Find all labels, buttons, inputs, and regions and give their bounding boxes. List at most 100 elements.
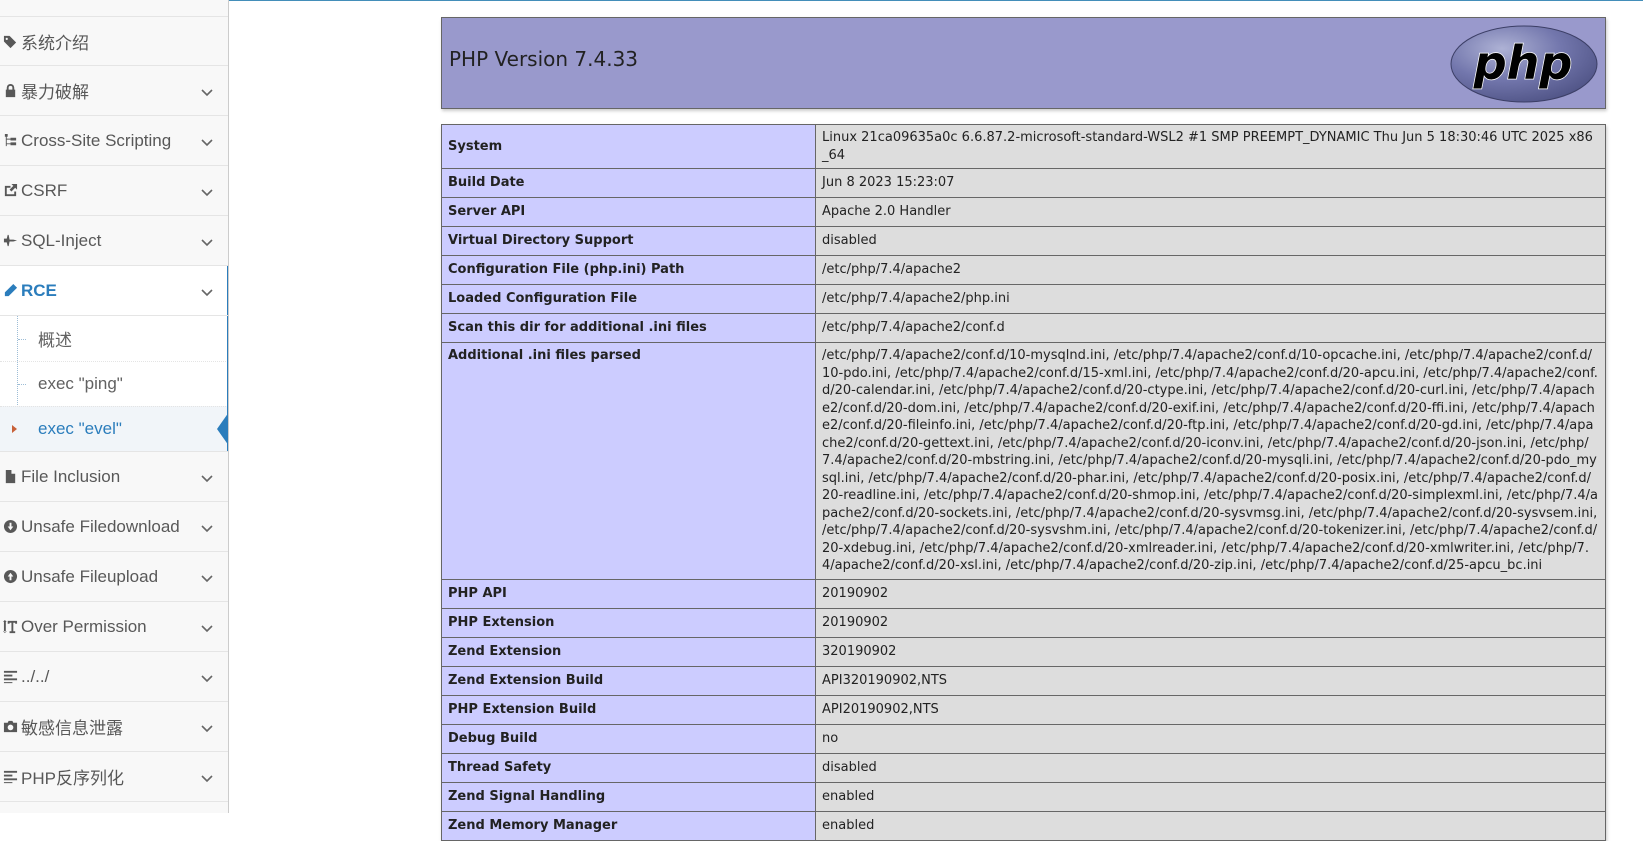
sidebar-item-10[interactable]: ../../ (0, 652, 228, 702)
info-value: /etc/php/7.4/apache2/conf.d/10-mysqlnd.i… (815, 342, 1606, 580)
chevron-down-icon[interactable] (200, 284, 214, 298)
info-key: Zend Memory Manager (441, 810, 816, 841)
sidebar-item-label: Unsafe Fileupload (21, 566, 159, 586)
sidebar-item-label: SQL-Inject (21, 230, 102, 250)
phpinfo-content: PHP Version 7.4.33 php System Linux 21ca0… (441, 17, 1606, 841)
info-key: Virtual Directory Support (441, 226, 816, 256)
table-row: Zend Signal Handling enabled (441, 781, 1606, 812)
sidebar-item-label: 敏感信息泄露 (21, 719, 123, 738)
table-row: System Linux 21ca09635a0c 6.6.87.2-micros… (441, 124, 1606, 169)
submenu-item-label: exec "evel" (38, 419, 122, 438)
sidebar-item-file-inclusion[interactable]: File Inclusion (0, 452, 228, 502)
table-row: PHP Extension Build API20190902,NTS (441, 694, 1606, 725)
info-key: Loaded Configuration File (441, 284, 816, 314)
info-key: PHP API (441, 578, 816, 609)
share-icon (0, 183, 20, 198)
chevron-down-icon[interactable] (200, 620, 214, 634)
info-value: /etc/php/7.4/apache2 (815, 255, 1606, 285)
info-key: Build Date (441, 168, 816, 198)
chevron-down-icon[interactable] (200, 134, 214, 148)
chevron-down-icon[interactable] (200, 184, 214, 198)
info-key: Configuration File (php.ini) Path (441, 255, 816, 285)
info-value: /etc/php/7.4/apache2/php.ini (815, 284, 1606, 314)
pencil-icon (0, 283, 20, 298)
submenu-item-1[interactable]: exec "ping" (0, 361, 228, 406)
info-value: no (815, 723, 1606, 754)
sidebar-item-label: PHP反序列化 (21, 769, 124, 788)
align-left-icon (0, 669, 20, 684)
info-value: Jun 8 2023 15:23:07 (815, 168, 1606, 198)
info-key: Zend Signal Handling (441, 781, 816, 812)
sidebar: 系统介绍 暴力破解 Cross-Site Scripting CSRF SQL-Inje… (0, 0, 229, 813)
info-value: Apache 2.0 Handler (815, 197, 1606, 227)
sidebar-item-unsafe-filedownload[interactable]: Unsafe Filedownload (0, 502, 228, 552)
info-value: /etc/php/7.4/apache2/conf.d (815, 313, 1606, 343)
info-value: 320190902 (815, 636, 1606, 667)
sidebar-item-sql-inject[interactable]: SQL-Inject (0, 216, 228, 266)
table-row: Configuration File (php.ini) Path/etc/ph… (441, 255, 1606, 285)
info-key: PHP Extension Build (441, 694, 816, 725)
file-icon (0, 469, 20, 484)
submenu-item-label: exec "ping" (38, 374, 123, 393)
info-key: Scan this dir for additional .ini files (441, 313, 816, 343)
info-key: Additional .ini files parsed (441, 342, 816, 580)
chevron-down-icon[interactable] (200, 520, 214, 534)
sidebar-item-label: CSRF (21, 180, 68, 200)
table-row: Zend Extension Build API320190902,NTS (441, 665, 1606, 696)
info-key: Server API (441, 197, 816, 227)
sidebar-item-label: Cross-Site Scripting (21, 130, 172, 150)
submenu-item-2[interactable]: exec "evel" (0, 406, 228, 451)
caret-right-icon (12, 425, 17, 433)
table-row: Scan this dir for additional .ini files /… (441, 313, 1606, 343)
table-row: Zend Extension 320190902 (441, 636, 1606, 667)
camera-icon (0, 719, 20, 734)
sidebar-item-1[interactable]: 暴力破解 (0, 66, 228, 116)
chevron-down-icon[interactable] (200, 84, 214, 98)
chevron-down-icon[interactable] (200, 570, 214, 584)
info-value: API20190902,NTS (815, 694, 1606, 725)
info-key: Debug Build (441, 723, 816, 754)
submenu-item-label: 概述 (38, 331, 72, 350)
table-row: Loaded Configuration File/etc/php/7.4/ap… (441, 284, 1606, 314)
upload-icon (0, 569, 20, 584)
info-value: enabled (815, 781, 1606, 812)
submenu-item-0[interactable]: 概述 (0, 316, 228, 361)
chevron-down-icon[interactable] (200, 720, 214, 734)
sidebar-item-cross-site-scripting[interactable]: Cross-Site Scripting (0, 116, 228, 166)
php-logo-icon: php (1450, 25, 1598, 103)
info-value: 20190902 (815, 607, 1606, 638)
download-icon (0, 519, 20, 534)
table-row: Debug Build no (441, 723, 1606, 754)
info-key: Thread Safety (441, 752, 816, 783)
sidebar-item-0[interactable]: 系统介绍 (0, 16, 228, 66)
info-key: System (441, 124, 816, 169)
sidebar-item-over-permission[interactable]: Over Permission (0, 602, 228, 652)
sidebar-item-csrf[interactable]: CSRF (0, 166, 228, 216)
chevron-down-icon[interactable] (200, 470, 214, 484)
sidebar-item-php[interactable]: PHP反序列化 (0, 752, 228, 802)
table-row: Thread Safety disabled (441, 752, 1606, 783)
lock-icon (0, 83, 20, 98)
sidebar-item-label: File Inclusion (21, 466, 121, 486)
php-version-header: PHP Version 7.4.33 php (441, 17, 1606, 109)
info-key: Zend Extension (441, 636, 816, 667)
sidebar-item-rce[interactable]: RCE (0, 266, 228, 316)
chevron-down-icon[interactable] (200, 234, 214, 248)
tree-dash (18, 338, 26, 340)
info-value: disabled (815, 226, 1606, 256)
tree-dash (18, 384, 26, 385)
sidebar-item-label: Over Permission (21, 616, 147, 636)
table-row: PHP API 20190902 (441, 578, 1606, 609)
sidebar-item-label: ../../ (21, 666, 50, 686)
sidebar-item-unsafe-fileupload[interactable]: Unsafe Fileupload (0, 552, 228, 602)
info-key: Zend Extension Build (441, 665, 816, 696)
fighter-jet-icon (0, 233, 20, 248)
info-key: PHP Extension (441, 607, 816, 638)
info-value: Linux 21ca09635a0c 6.6.87.2-microsoft-st… (815, 124, 1606, 169)
chevron-down-icon[interactable] (200, 770, 214, 784)
chevron-down-icon[interactable] (200, 670, 214, 684)
table-row: Virtual Directory Support disabled (441, 226, 1606, 256)
active-arrow-icon (217, 412, 228, 446)
table-row: Zend Memory Manager enabled (441, 810, 1606, 841)
sidebar-item-11[interactable]: 敏感信息泄露 (0, 702, 228, 752)
